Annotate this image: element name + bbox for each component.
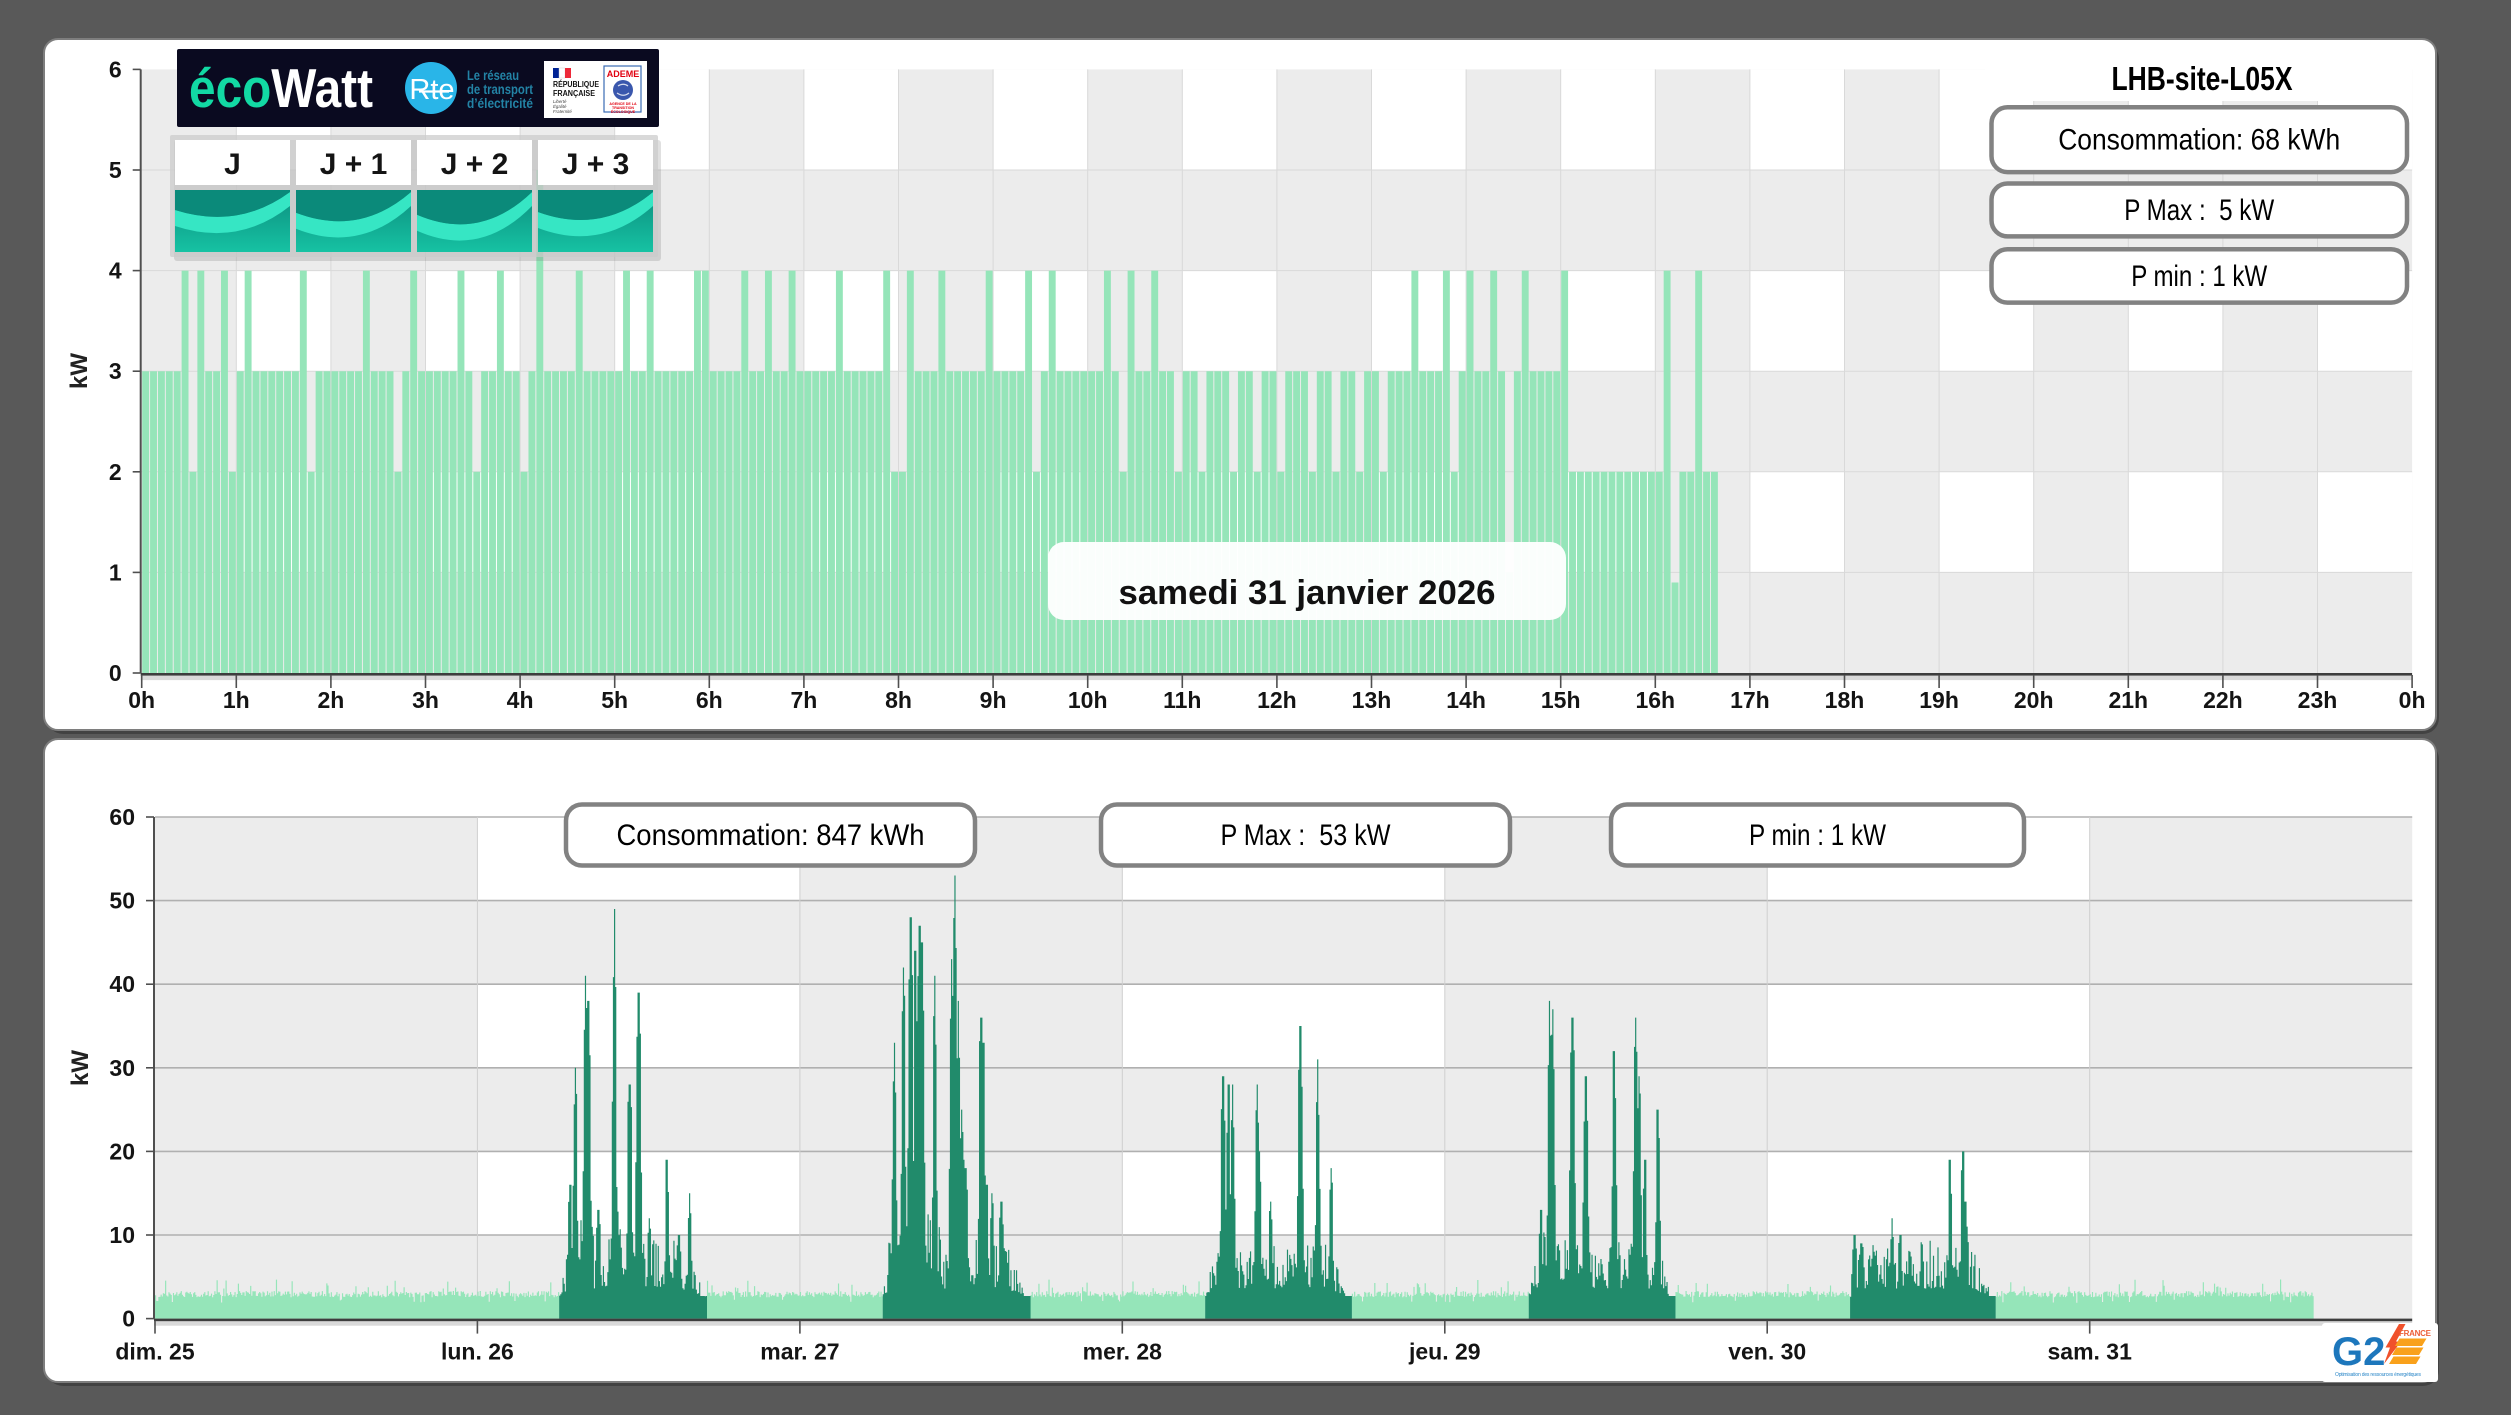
svg-text:écoWatt: écoWatt	[189, 57, 373, 119]
svg-text:6h: 6h	[696, 687, 723, 713]
svg-text:1: 1	[109, 559, 122, 585]
svg-text:kW: kW	[66, 353, 93, 389]
svg-text:FRANÇAISE: FRANÇAISE	[553, 88, 595, 98]
svg-text:ÉCOLOGIQUE: ÉCOLOGIQUE	[611, 109, 636, 114]
svg-text:30: 30	[109, 1055, 135, 1081]
svg-text:16h: 16h	[1635, 687, 1675, 713]
svg-text:3h: 3h	[412, 687, 439, 713]
svg-text:11h: 11h	[1163, 687, 1201, 713]
svg-text:dim. 25: dim. 25	[115, 1339, 194, 1365]
svg-text:1h: 1h	[223, 687, 250, 713]
svg-text:J: J	[224, 148, 241, 181]
svg-text:Consommation: 847 kWh: Consommation: 847 kWh	[617, 819, 925, 852]
svg-text:5: 5	[109, 157, 122, 183]
svg-text:0h: 0h	[128, 687, 155, 713]
svg-text:17h: 17h	[1730, 687, 1770, 713]
svg-text:d’électricité: d’électricité	[467, 95, 533, 111]
svg-text:8h: 8h	[885, 687, 912, 713]
svg-text:9h: 9h	[980, 687, 1007, 713]
svg-text:22h: 22h	[2203, 687, 2243, 713]
svg-text:Rte: Rte	[409, 74, 454, 106]
svg-text:P min : 1 kW: P min : 1 kW	[1749, 819, 1887, 852]
svg-text:J + 1: J + 1	[320, 148, 388, 181]
svg-text:Consommation: 68 kWh: Consommation: 68 kWh	[2058, 124, 2340, 157]
svg-text:jeu. 29: jeu. 29	[1408, 1339, 1481, 1365]
svg-text:ADEME: ADEME	[607, 69, 640, 79]
svg-text:J + 2: J + 2	[441, 148, 509, 181]
svg-text:4h: 4h	[507, 687, 534, 713]
svg-text:2h: 2h	[317, 687, 344, 713]
svg-text:mar. 27: mar. 27	[760, 1339, 839, 1365]
svg-text:0: 0	[109, 660, 122, 686]
svg-text:21h: 21h	[2108, 687, 2148, 713]
svg-text:20h: 20h	[2014, 687, 2054, 713]
svg-text:12h: 12h	[1257, 687, 1297, 713]
svg-text:5h: 5h	[601, 687, 628, 713]
svg-text:LHB-site-L05X: LHB-site-L05X	[2112, 60, 2293, 97]
svg-text:3: 3	[109, 358, 122, 384]
svg-text:19h: 19h	[1919, 687, 1959, 713]
svg-text:20: 20	[109, 1138, 135, 1164]
svg-text:7h: 7h	[790, 687, 817, 713]
svg-text:15h: 15h	[1541, 687, 1581, 713]
svg-text:60: 60	[109, 804, 135, 830]
svg-text:G2: G2	[2332, 1330, 2385, 1374]
svg-text:Fraternité: Fraternité	[553, 109, 572, 114]
svg-text:0h: 0h	[2399, 687, 2426, 713]
svg-text:J + 3: J + 3	[562, 148, 630, 181]
svg-text:4: 4	[109, 258, 122, 284]
svg-text:40: 40	[109, 971, 135, 997]
svg-text:sam. 31: sam. 31	[2047, 1339, 2132, 1365]
svg-text:18h: 18h	[1825, 687, 1865, 713]
svg-text:P min : 1 kW: P min : 1 kW	[2131, 260, 2268, 293]
svg-text:2: 2	[109, 459, 122, 485]
svg-text:14h: 14h	[1446, 687, 1486, 713]
svg-text:13h: 13h	[1352, 687, 1392, 713]
svg-text:10h: 10h	[1068, 687, 1108, 713]
svg-text:P Max : 5 kW: P Max : 5 kW	[2124, 194, 2275, 227]
svg-text:FRANCE: FRANCE	[2399, 1329, 2432, 1338]
svg-text:0: 0	[122, 1306, 135, 1332]
svg-text:6: 6	[109, 56, 122, 82]
svg-text:ven. 30: ven. 30	[1728, 1339, 1806, 1365]
svg-text:P Max : 53 kW: P Max : 53 kW	[1221, 819, 1392, 852]
svg-text:lun. 26: lun. 26	[441, 1339, 514, 1365]
svg-text:10: 10	[109, 1222, 135, 1248]
svg-text:23h: 23h	[2298, 687, 2338, 713]
svg-text:kW: kW	[67, 1050, 94, 1086]
svg-text:Optimisation des ressources én: Optimisation des ressources énergétiques	[2335, 1372, 2422, 1378]
svg-text:samedi 31 janvier 2026: samedi 31 janvier 2026	[1119, 574, 1496, 612]
svg-text:50: 50	[109, 888, 135, 914]
svg-text:mer. 28: mer. 28	[1083, 1339, 1162, 1365]
